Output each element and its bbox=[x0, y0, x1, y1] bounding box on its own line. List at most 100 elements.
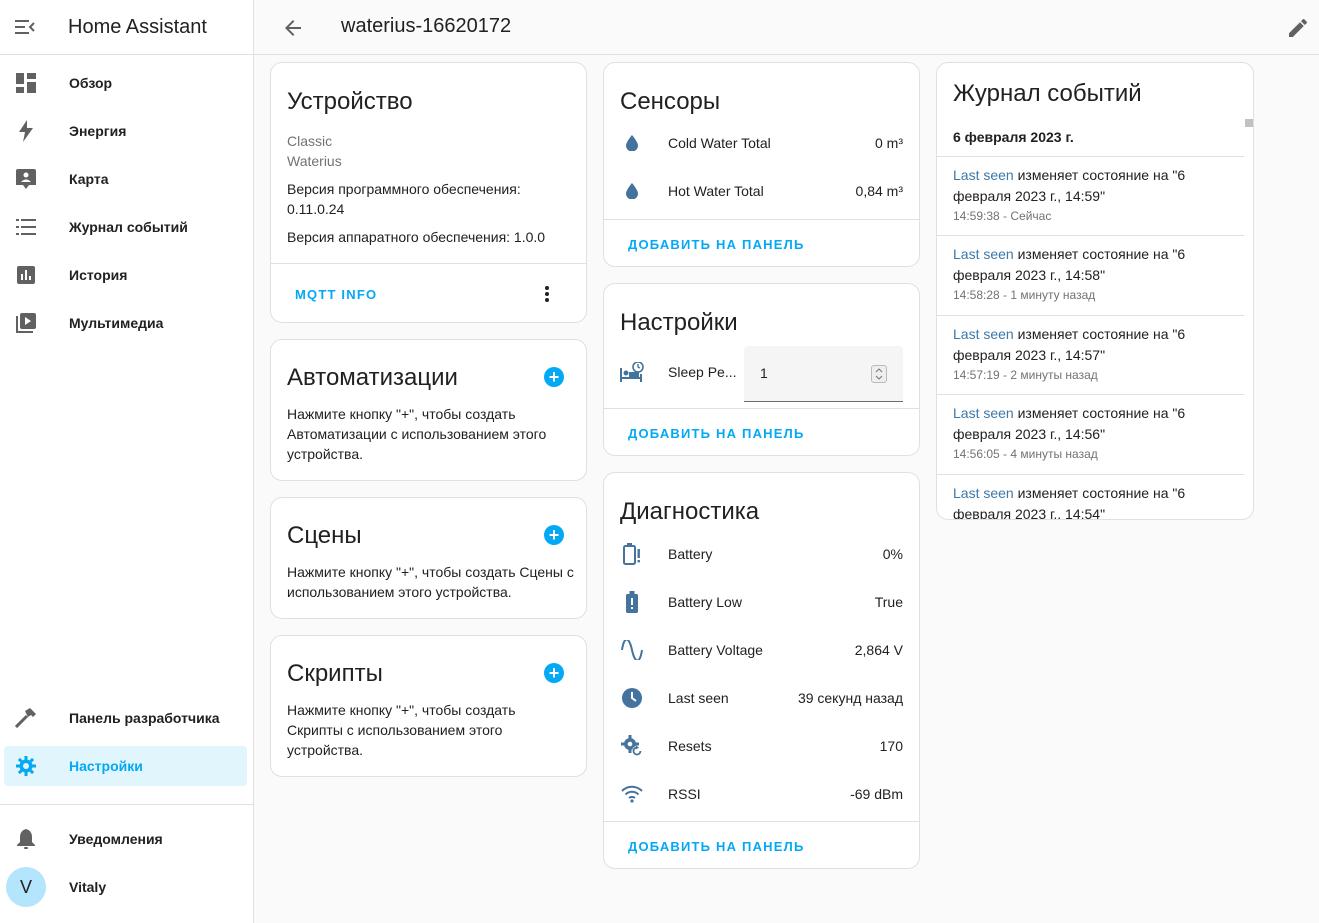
entity-name: Hot Water Total bbox=[668, 183, 764, 199]
mqtt-info-button[interactable]: MQTT INFO bbox=[295, 287, 377, 302]
sidebar-item-label: Мультимедиа bbox=[69, 315, 164, 331]
logbook-time: 14:59:38 - Сейчас bbox=[953, 209, 1052, 223]
card-actions: MQTT INFO bbox=[271, 263, 586, 323]
entity-row[interactable]: Last seen 39 секунд назад bbox=[604, 678, 919, 718]
logbook-time: 14:57:19 - 2 минуты назад bbox=[953, 368, 1098, 382]
device-manufacturer: Waterius bbox=[287, 153, 342, 169]
logbook-message: Last seen изменяет состояние на "6 февра… bbox=[953, 165, 1228, 207]
sidebar-item-label: Панель разработчика bbox=[69, 710, 220, 726]
sidebar-item-map[interactable]: Карта bbox=[4, 159, 247, 199]
input-value: 1 bbox=[760, 365, 768, 381]
entity-row[interactable]: Cold Water Total 0 m³ bbox=[604, 123, 919, 163]
entity-name: Sleep Pe... bbox=[668, 364, 737, 380]
scenes-card: Сцены + Нажмите кнопку "+", чтобы создат… bbox=[270, 497, 587, 619]
add-to-dashboard-button[interactable]: ДОБАВИТЬ НА ПАНЕЛЬ bbox=[628, 426, 804, 441]
add-to-dashboard-button[interactable]: ДОБАВИТЬ НА ПАНЕЛЬ bbox=[628, 237, 804, 252]
entity-name: Battery bbox=[668, 546, 713, 562]
card-title: Автоматизации bbox=[287, 364, 458, 391]
add-to-dashboard-button[interactable]: ДОБАВИТЬ НА ПАНЕЛЬ bbox=[628, 839, 804, 854]
sidebar-item-label: Журнал событий bbox=[69, 219, 188, 235]
entity-link[interactable]: Last seen bbox=[953, 485, 1014, 501]
chart-box-icon bbox=[4, 266, 48, 284]
more-vert-icon[interactable] bbox=[535, 282, 559, 306]
logbook-time: 14:58:28 - 1 минуту назад bbox=[953, 288, 1096, 302]
avatar-wrap: V bbox=[6, 867, 46, 907]
scrollbar[interactable] bbox=[1245, 119, 1253, 127]
entity-value: True bbox=[874, 594, 903, 610]
plus-icon: + bbox=[548, 367, 560, 387]
entity-link[interactable]: Last seen bbox=[953, 405, 1014, 421]
entity-row[interactable]: Hot Water Total 0,84 m³ bbox=[604, 171, 919, 211]
add-scene-button[interactable]: + bbox=[544, 525, 564, 545]
logbook-message: Last seen изменяет состояние на "6 февра… bbox=[953, 324, 1228, 366]
list-icon bbox=[4, 219, 48, 235]
entity-value: -69 dBm bbox=[850, 786, 903, 802]
bed-clock-icon bbox=[620, 360, 644, 384]
entity-value: 2,864 V bbox=[854, 642, 903, 658]
water-drop-icon bbox=[620, 131, 644, 155]
sidebar-item-user[interactable]: V Vitaly bbox=[4, 867, 247, 907]
entity-name: RSSI bbox=[668, 786, 701, 802]
card-title: Сенсоры bbox=[620, 88, 721, 115]
logbook-message: Last seen изменяет состояние на "6 февра… bbox=[953, 244, 1228, 286]
scenes-hint: Нажмите кнопку "+", чтобы создать Сцены … bbox=[287, 564, 574, 600]
sidebar-item-overview[interactable]: Обзор bbox=[4, 63, 247, 103]
sidebar-item-energy[interactable]: Энергия bbox=[4, 111, 247, 151]
entity-row[interactable]: Battery Low True bbox=[604, 582, 919, 622]
sidebar-item-label: Обзор bbox=[69, 75, 113, 91]
pencil-icon[interactable] bbox=[1284, 14, 1312, 42]
logbook-date: 6 февраля 2023 г. bbox=[953, 129, 1074, 145]
device-model: Classic bbox=[287, 133, 333, 149]
automations-hint: Нажмите кнопку "+", чтобы создать Автома… bbox=[287, 406, 547, 462]
sidebar-item-label: Карта bbox=[69, 171, 109, 187]
entity-row[interactable]: Battery Voltage 2,864 V bbox=[604, 630, 919, 670]
top-app-bar: waterius-16620172 bbox=[254, 0, 1319, 55]
sidebar-item-history[interactable]: История bbox=[4, 255, 247, 295]
add-script-button[interactable]: + bbox=[544, 663, 564, 683]
app-title: Home Assistant bbox=[68, 15, 207, 38]
play-box-icon bbox=[4, 313, 48, 333]
logbook-message: Last seen изменяет состояние на "6 февра… bbox=[953, 403, 1228, 445]
plus-icon: + bbox=[548, 663, 560, 683]
card-title: Скрипты bbox=[287, 660, 383, 687]
spinner-arrows-icon[interactable] bbox=[871, 365, 887, 383]
device-info-card: Устройство Classic Waterius Версия прогр… bbox=[270, 62, 587, 323]
sidebar-item-logbook[interactable]: Журнал событий bbox=[4, 207, 247, 247]
sleep-period-input[interactable]: 1 bbox=[744, 346, 903, 402]
sidebar-item-settings[interactable]: Настройки bbox=[4, 746, 247, 786]
sidebar-item-developer-tools[interactable]: Панель разработчика bbox=[4, 698, 247, 738]
map-account-icon bbox=[4, 169, 48, 189]
entity-row[interactable]: RSSI -69 dBm bbox=[604, 774, 919, 814]
entity-link[interactable]: Last seen bbox=[953, 326, 1014, 342]
page-title: waterius-16620172 bbox=[341, 15, 512, 37]
entity-row[interactable]: Resets 170 bbox=[604, 726, 919, 766]
bell-icon bbox=[4, 829, 48, 849]
sidebar-item-notifications[interactable]: Уведомления bbox=[4, 819, 247, 859]
sine-wave-icon bbox=[620, 638, 644, 662]
firmware-label: Версия программного обеспечения: bbox=[287, 181, 521, 197]
back-arrow-icon[interactable] bbox=[279, 14, 307, 42]
sidebar-item-media[interactable]: Мультимедиа bbox=[4, 303, 247, 343]
sidebar-item-label: Энергия bbox=[69, 123, 127, 139]
sidebar-item-label: История bbox=[69, 267, 128, 283]
menu-collapse-icon[interactable] bbox=[0, 0, 50, 55]
scripts-card: Скрипты + Нажмите кнопку "+", чтобы созд… bbox=[270, 635, 587, 777]
lightning-icon bbox=[4, 120, 48, 142]
entity-name: Last seen bbox=[668, 690, 729, 706]
card-title: Сцены bbox=[287, 522, 362, 549]
add-automation-button[interactable]: + bbox=[544, 367, 564, 387]
sidebar-header: Home Assistant bbox=[0, 0, 253, 55]
entity-name: Cold Water Total bbox=[668, 135, 771, 151]
entity-value: 0 m³ bbox=[875, 135, 903, 151]
entity-row[interactable]: Battery 0% bbox=[604, 534, 919, 574]
entity-link[interactable]: Last seen bbox=[953, 246, 1014, 262]
logbook-time: 14:56:05 - 4 минуты назад bbox=[953, 447, 1098, 461]
card-title: Диагностика bbox=[620, 498, 760, 525]
firmware-version: 0.11.0.24 bbox=[287, 201, 345, 217]
entity-link[interactable]: Last seen bbox=[953, 167, 1014, 183]
card-title: Настройки bbox=[620, 309, 738, 336]
avatar: V bbox=[6, 867, 46, 907]
entity-value: 0% bbox=[882, 546, 903, 562]
entity-name: Battery Voltage bbox=[668, 642, 763, 658]
sensors-card: Сенсоры Cold Water Total 0 m³ Hot Water … bbox=[603, 62, 920, 267]
